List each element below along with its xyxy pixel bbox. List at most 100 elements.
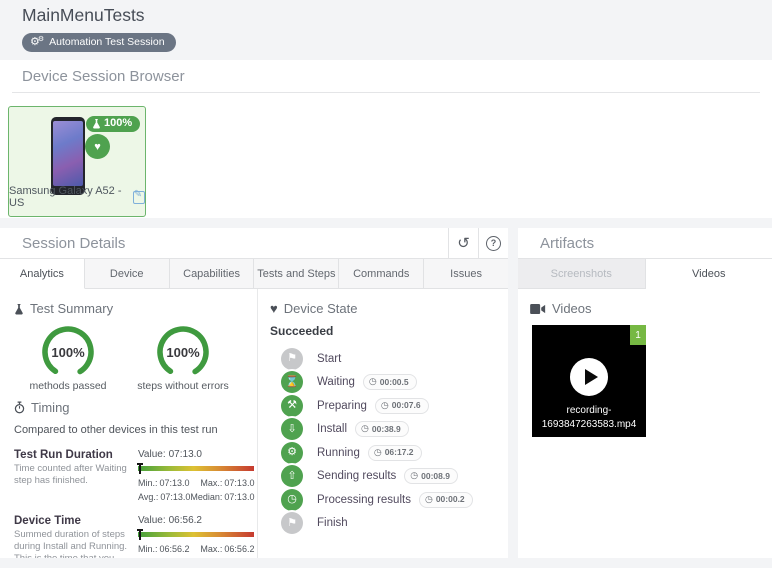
clock-icon — [369, 376, 377, 387]
device-state-column: ♥ Device State Succeeded ⚑ Start ⌛ Waiti… — [258, 289, 508, 558]
upload-icon: ⇧ — [281, 465, 303, 488]
duration-badge: 06:17.2 — [367, 444, 422, 461]
timing-subtitle: Compared to other devices in this test r… — [14, 423, 218, 436]
step-sending-results: ⇧ Sending results 00:08.9 — [270, 465, 508, 489]
tab-commands[interactable]: Commands — [339, 259, 425, 289]
clock-icon — [425, 494, 433, 505]
help-button[interactable]: ? — [478, 228, 508, 258]
metric-value: Value: 07:13.0 — [138, 448, 202, 460]
stat-max: Max.: 06:56.2 — [200, 543, 255, 554]
gauge-steps-without-errors: 100% steps without errors — [133, 324, 233, 394]
tab-device[interactable]: Device — [84, 259, 170, 289]
metric-description: Summed duration of steps during Install … — [14, 528, 128, 558]
clock-icon — [374, 447, 382, 458]
metric-name: Device Time — [14, 514, 81, 527]
page-header: MainMenuTests Automation Test Session — [0, 0, 772, 60]
heartbeat-icon: ♥ — [94, 140, 101, 153]
device-session-browser-title: Device Session Browser — [12, 68, 760, 93]
session-type-badge[interactable]: Automation Test Session — [22, 33, 176, 52]
edit-icon[interactable] — [132, 189, 145, 204]
artifacts-tabs: Screenshots Videos — [518, 259, 772, 289]
timing-heading: Timing — [14, 400, 249, 415]
clock-icon — [361, 423, 369, 434]
step-start: ⚑ Start — [270, 347, 508, 371]
heartbeat-icon: ♥ — [270, 301, 278, 316]
analytics-left-column: Test Summary 100% methods passed 100% st… — [0, 289, 258, 558]
step-processing-results: ◷ Processing results 00:00.2 — [270, 488, 508, 512]
duration-badge: 00:07.6 — [374, 397, 429, 414]
duration-badge: 00:08.9 — [404, 468, 458, 485]
tab-analytics[interactable]: Analytics — [0, 259, 85, 289]
gauge-arc: 100% — [40, 324, 96, 380]
gauge-value: 100% — [51, 344, 85, 360]
stat-avg: Avg.: 07:13.0 — [138, 491, 191, 502]
step-install: ⇩ Install 00:38.9 — [270, 418, 508, 442]
stat-median: Median: 07:13.0 — [190, 491, 255, 502]
test-summary-gauges: 100% methods passed 100% steps without e… — [14, 320, 249, 394]
tab-capabilities[interactable]: Capabilities — [169, 259, 255, 289]
page-title: MainMenuTests — [22, 5, 145, 25]
session-details-title: Session Details — [22, 234, 126, 252]
wrench-icon: ⚒ — [281, 394, 303, 417]
metric-stats: Min.:06:56.2 Max.:06:56.2 Avg.:06:56.2 M… — [138, 544, 254, 558]
duration-badge: 00:38.9 — [355, 421, 409, 438]
gears-icon — [30, 36, 44, 48]
device-session-browser-header: Device Session Browser — [0, 60, 772, 93]
clock-icon: ◷ — [281, 488, 303, 511]
play-icon[interactable] — [570, 358, 608, 396]
install-icon: ⇩ — [281, 418, 303, 441]
pass-rate-badge: 100% — [86, 116, 141, 132]
tab-tests-and-steps[interactable]: Tests and Steps — [254, 259, 340, 289]
device-name: Samsung Galaxy A52 -US — [9, 185, 122, 209]
metric-device-time: Device Time Summed duration of steps dur… — [14, 514, 255, 558]
metric-value: Value: 06:56.2 — [138, 514, 202, 526]
flag-icon: ⚑ — [281, 347, 303, 370]
app-root: MainMenuTests Automation Test Session De… — [0, 0, 772, 568]
comparison-gradient-bar — [137, 528, 255, 540]
video-filename: recording-1693847263583.mp4 — [541, 405, 637, 430]
video-thumbnail[interactable]: 1 recording-1693847263583.mp4 — [532, 325, 646, 437]
videos-heading: Videos — [530, 301, 760, 316]
gauge-arc: 100% — [155, 324, 211, 380]
finish-flag-icon: ⚑ — [281, 512, 303, 535]
gauge-value: 100% — [166, 344, 200, 360]
metric-stats: Min.: 07:13.0 Max.: 07:13.0 Avg.: 07:13.0 M… — [138, 478, 254, 502]
value-marker — [137, 528, 143, 540]
gauge-label: steps without errors — [137, 380, 229, 392]
metric-name: Test Run Duration — [14, 448, 113, 461]
value-marker — [137, 462, 143, 474]
video-camera-icon — [530, 303, 546, 314]
comparison-gradient-bar — [137, 462, 255, 474]
stat-min: Min.: 06:56.2 — [138, 543, 190, 554]
reset-button[interactable]: ↺ — [448, 228, 478, 258]
tab-screenshots[interactable]: Screenshots — [518, 259, 646, 289]
videos-content: Videos 1 recording-1693847263583.mp4 — [518, 289, 772, 437]
stopwatch-icon — [14, 401, 25, 414]
device-state-timeline: ⚑ Start ⌛ Waiting 00:00.5 ⚒ Preparing 00… — [270, 347, 508, 535]
video-count-badge: 1 — [630, 325, 646, 345]
flask-icon — [93, 119, 100, 129]
stat-max: Max.: 07:13.0 — [200, 477, 255, 488]
session-type-badge-label: Automation Test Session — [49, 35, 165, 48]
gauge-methods-passed: 100% methods passed — [18, 324, 118, 394]
tab-issues[interactable]: Issues — [424, 259, 508, 289]
metric-test-run-duration: Test Run Duration Time counted after Wai… — [14, 448, 255, 502]
step-running: ⚙ Running 06:17.2 — [270, 441, 508, 465]
device-state-heading: ♥ Device State — [270, 301, 358, 316]
device-session-browser: Device Session Browser 100% ♥ Samsung Ga… — [0, 60, 772, 218]
stat-min: Min.: 07:13.0 — [138, 477, 190, 488]
clock-icon — [410, 470, 418, 481]
main-row: Session Details ↺ ? Analytics Device Cap… — [0, 228, 772, 558]
metric-description: Time counted after Waiting step has fini… — [14, 462, 127, 486]
session-details-tabs: Analytics Device Capabilities Tests and … — [0, 259, 508, 289]
tab-videos[interactable]: Videos — [645, 259, 772, 289]
step-waiting: ⌛ Waiting 00:00.5 — [270, 371, 508, 395]
duration-badge: 00:00.2 — [418, 491, 473, 508]
gauge-label: methods passed — [29, 380, 107, 392]
gears-icon: ⚙ — [281, 441, 303, 464]
step-preparing: ⚒ Preparing 00:07.6 — [270, 394, 508, 418]
undo-icon: ↺ — [457, 235, 470, 252]
device-phone-screen — [53, 121, 83, 186]
artifacts-title: Artifacts — [540, 234, 595, 252]
device-card[interactable]: 100% ♥ Samsung Galaxy A52 -US — [8, 106, 146, 217]
